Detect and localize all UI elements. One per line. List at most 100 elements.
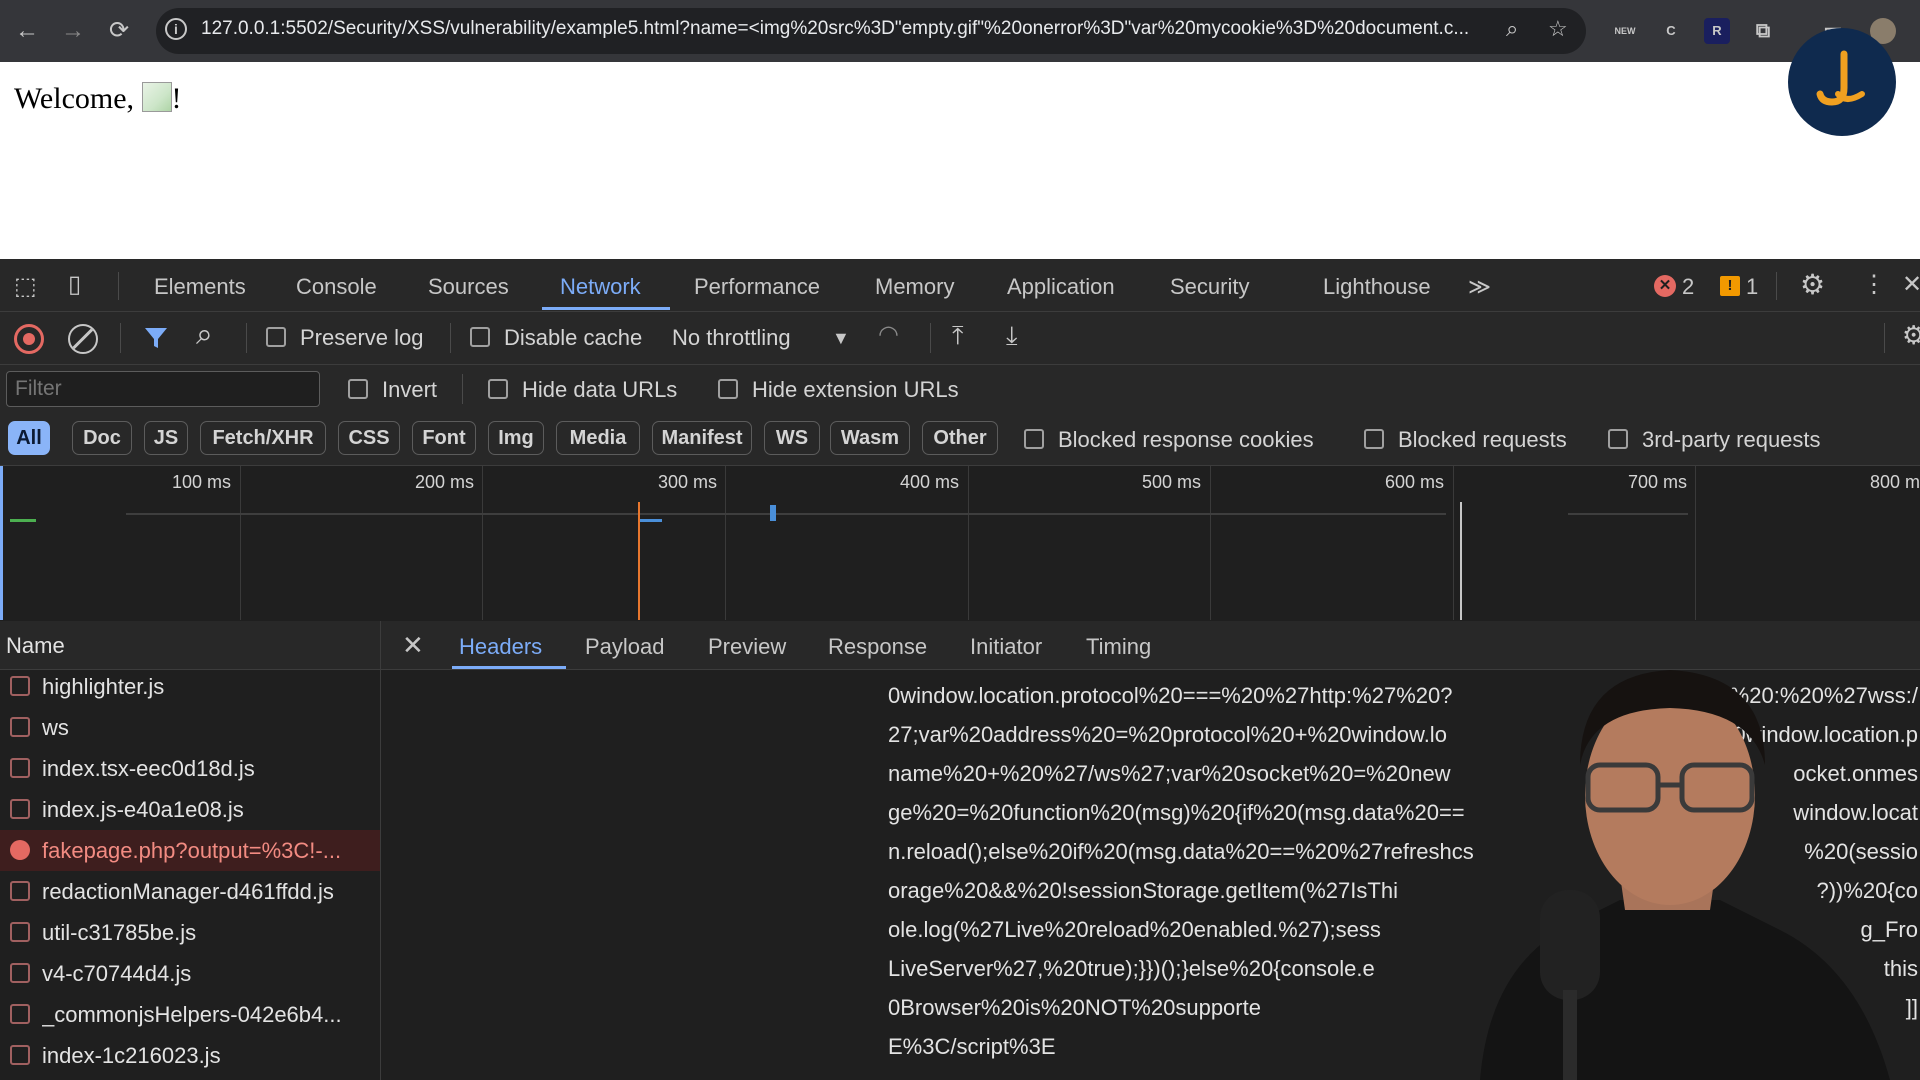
export-har-icon[interactable]: ⤓ — [1006, 320, 1018, 352]
request-row[interactable]: index.tsx-eec0d18d.js — [0, 748, 380, 789]
forward-icon[interactable]: → — [58, 16, 88, 46]
device-toolbar-icon[interactable]: ▯ — [68, 270, 102, 300]
network-conditions-icon[interactable]: ◠ — [878, 320, 899, 349]
settings-gear-icon[interactable]: ⚙ — [1800, 268, 1825, 301]
error-count[interactable]: 2 — [1682, 274, 1694, 300]
blocked-response-cookies-checkbox[interactable] — [1024, 429, 1044, 449]
zoom-icon[interactable]: ⌕ — [1506, 16, 1518, 42]
tab-network[interactable]: Network — [560, 274, 641, 300]
timeline-gridline — [482, 466, 483, 620]
hide-data-urls-checkbox[interactable] — [488, 379, 508, 399]
filter-chip-other[interactable]: Other — [922, 421, 998, 455]
filter-chip-wasm[interactable]: Wasm — [830, 421, 910, 455]
tab-performance[interactable]: Performance — [694, 274, 820, 300]
site-info-icon[interactable]: i — [165, 18, 187, 40]
tab-application[interactable]: Application — [1007, 274, 1115, 300]
url-text[interactable]: 127.0.0.1:5502/Security/XSS/vulnerabilit… — [201, 18, 1491, 40]
request-row[interactable]: util-c31785be.js — [0, 912, 380, 953]
throttling-select[interactable]: No throttling — [672, 325, 791, 351]
network-settings-gear-icon[interactable]: ⚙ — [1902, 320, 1920, 351]
detail-tab-headers[interactable]: Headers — [459, 634, 542, 660]
third-party-requests-checkbox[interactable] — [1608, 429, 1628, 449]
invert-checkbox[interactable] — [348, 379, 368, 399]
warning-icon[interactable]: ! — [1720, 276, 1740, 296]
tab-console[interactable]: Console — [296, 274, 377, 300]
more-options-icon[interactable]: ⋮ — [1862, 270, 1886, 299]
tab-lighthouse[interactable]: Lighthouse — [1323, 274, 1431, 300]
blocked-requests-checkbox[interactable] — [1364, 429, 1384, 449]
search-icon[interactable]: ⌕ — [196, 318, 213, 352]
request-name: _commonjsHelpers-042e6b4... — [42, 1002, 342, 1027]
request-row[interactable]: highlighter.js — [0, 666, 380, 707]
preserve-log-checkbox[interactable] — [266, 327, 286, 347]
extension-new-icon[interactable]: NEW — [1612, 18, 1638, 44]
request-row[interactable]: _commonjsHelpers-042e6b4... — [0, 994, 380, 1035]
inspect-element-icon[interactable]: ⬚ — [14, 272, 44, 302]
script-file-icon — [10, 1004, 30, 1024]
pane-divider[interactable] — [380, 621, 381, 1080]
filter-chip-ws[interactable]: WS — [764, 421, 820, 455]
requests-name-header[interactable]: Name — [0, 621, 380, 670]
timeline-bar — [770, 505, 776, 521]
tab-memory[interactable]: Memory — [875, 274, 954, 300]
import-har-icon[interactable]: ⤒ — [952, 320, 964, 352]
divider — [246, 323, 247, 353]
third-party-requests-label: 3rd-party requests — [1642, 427, 1821, 452]
extension-r-icon[interactable]: R — [1704, 18, 1730, 44]
detail-tab-timing[interactable]: Timing — [1086, 634, 1151, 660]
record-stop-icon[interactable] — [14, 324, 44, 354]
hide-extension-urls-checkbox[interactable] — [718, 379, 738, 399]
request-name: util-c31785be.js — [42, 920, 197, 945]
filter-chip-manifest[interactable]: Manifest — [652, 421, 752, 455]
request-row[interactable]: index-1c216023.js — [0, 1035, 380, 1076]
timeline-bar — [10, 519, 36, 522]
filter-chip-font[interactable]: Font — [412, 421, 476, 455]
filter-chip-css[interactable]: CSS — [338, 421, 400, 455]
back-icon[interactable]: ← — [12, 16, 42, 46]
filter-chip-img[interactable]: Img — [488, 421, 544, 455]
reload-icon[interactable]: ⟳ — [104, 16, 134, 46]
detail-tab-preview[interactable]: Preview — [708, 634, 786, 660]
more-tabs-icon[interactable]: ≫ — [1468, 274, 1491, 300]
hide-extension-urls-label: Hide extension URLs — [752, 377, 959, 402]
divider — [120, 323, 121, 353]
filter-chip-media[interactable]: Media — [556, 421, 640, 455]
extension-icon[interactable]: C — [1658, 18, 1684, 44]
timeline-gridline — [240, 466, 241, 620]
tab-security[interactable]: Security — [1170, 274, 1249, 300]
filter-funnel-icon[interactable] — [142, 324, 170, 352]
extensions-puzzle-icon[interactable]: ⧉ — [1750, 18, 1776, 44]
detail-tab-initiator[interactable]: Initiator — [970, 634, 1042, 660]
timeline-tick: 400 ms — [900, 472, 960, 492]
close-detail-icon[interactable]: ✕ — [402, 630, 424, 661]
request-row[interactable]: redactionManager-d461ffdd.js — [0, 871, 380, 912]
filter-chip-doc[interactable]: Doc — [72, 421, 132, 455]
tab-elements[interactable]: Elements — [154, 274, 246, 300]
request-row[interactable]: ws — [0, 707, 380, 748]
warning-count[interactable]: 1 — [1746, 274, 1758, 300]
header-value-line: E%3C/script%3E — [888, 1034, 1056, 1059]
filter-chip-all[interactable]: All — [8, 421, 50, 455]
header-value-line: 0Browser%20is%20NOT%20supporte — [888, 995, 1261, 1020]
timeline-tick: 800 m — [1870, 472, 1920, 492]
bookmark-star-icon[interactable]: ☆ — [1548, 16, 1568, 42]
filter-chip-js[interactable]: JS — [144, 421, 188, 455]
divider — [118, 272, 119, 300]
header-value-line: orage%20&&%20!sessionStorage.getItem(%27… — [888, 878, 1398, 903]
request-row[interactable]: index.js-e40a1e08.js — [0, 789, 380, 830]
request-row[interactable]: v4-c70744d4.js — [0, 953, 380, 994]
request-row[interactable]: fakepage.php?output=%3C!-... — [0, 830, 380, 871]
close-devtools-icon[interactable]: ✕ — [1902, 270, 1920, 299]
filter-chip-fetch-xhr[interactable]: Fetch/XHR — [200, 421, 326, 455]
detail-tab-response[interactable]: Response — [828, 634, 927, 660]
chevron-down-icon[interactable]: ▼ — [832, 328, 850, 349]
disable-cache-checkbox[interactable] — [470, 327, 490, 347]
detail-tab-payload[interactable]: Payload — [585, 634, 665, 660]
error-icon[interactable]: ✕ — [1654, 275, 1676, 297]
active-detail-tab-indicator — [452, 666, 566, 669]
timeline-selection-handle[interactable] — [0, 466, 3, 620]
tab-sources[interactable]: Sources — [428, 274, 509, 300]
timeline-tick: 700 ms — [1628, 472, 1688, 492]
filter-input[interactable] — [6, 371, 320, 407]
clear-icon[interactable] — [68, 324, 98, 354]
